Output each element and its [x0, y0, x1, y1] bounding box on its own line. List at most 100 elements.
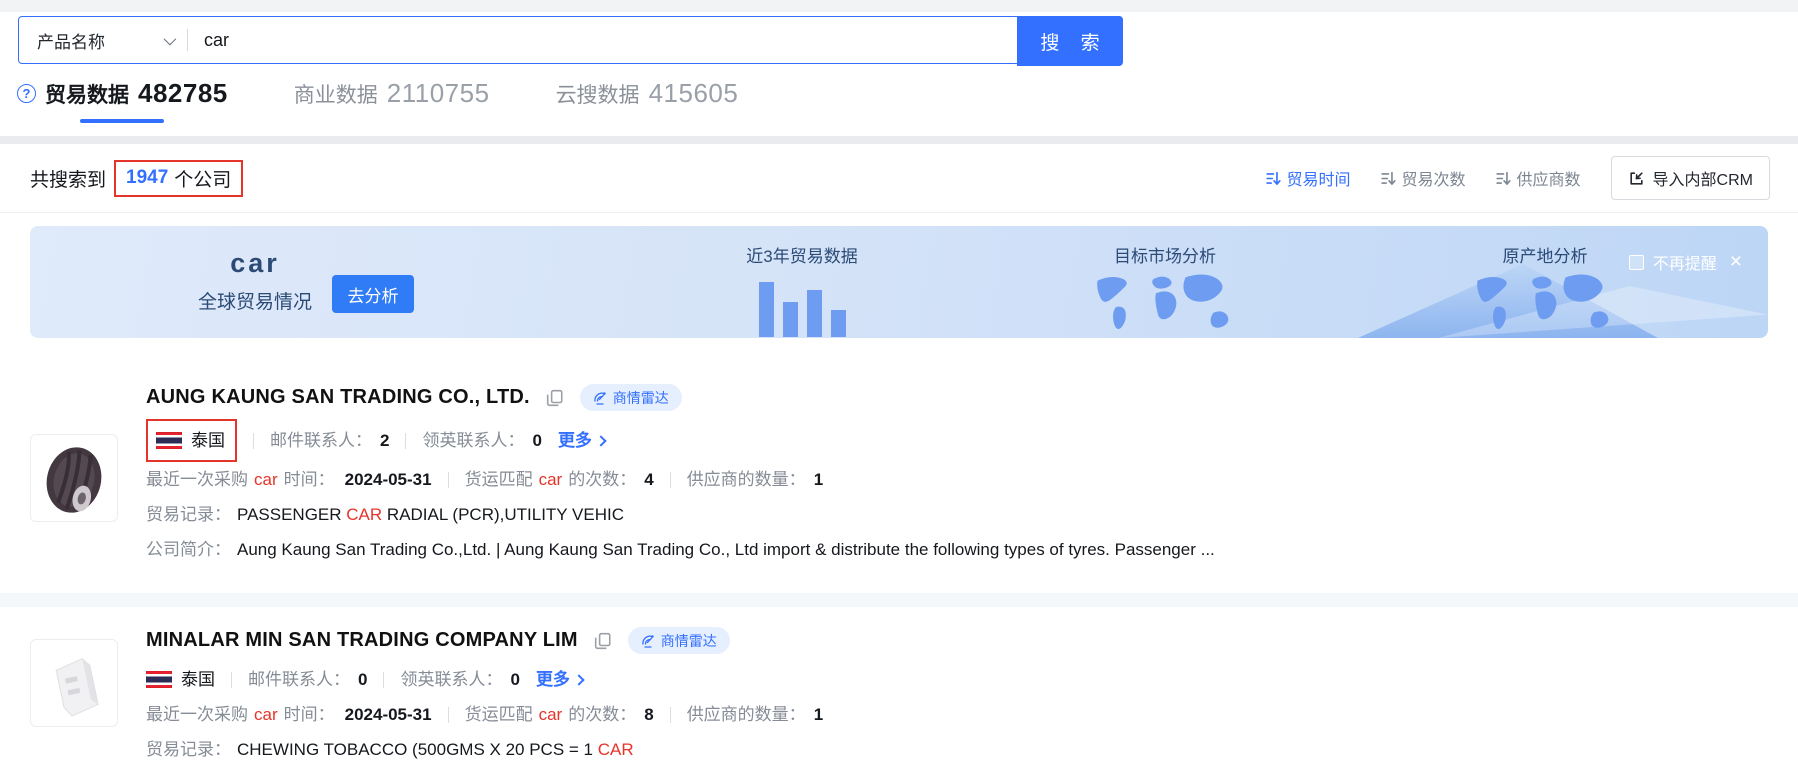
more-link[interactable]: 更多 — [536, 662, 583, 697]
feature-market-label: 目标市场分析 — [1060, 242, 1270, 267]
results-header: 共搜索到 1947 个公司 贸易时间 贸易次数 — [0, 144, 1798, 213]
keyword-highlight: car — [539, 462, 563, 497]
divider — [670, 707, 671, 723]
more-link[interactable]: 更多 — [558, 423, 605, 458]
keyword-highlight: car — [254, 697, 278, 732]
country-name: 泰国 — [191, 423, 225, 458]
search-category-label: 产品名称 — [37, 28, 105, 53]
product-image-tire[interactable] — [30, 434, 118, 522]
question-circle-icon[interactable]: ? — [17, 84, 36, 103]
feature-origin-analysis: 原产地分析 — [1440, 242, 1650, 338]
linkedin-contacts-label: 领英联系人： — [400, 662, 502, 697]
purchase-info-row: 最近一次采购 car 时间： 2024-05-31 货运匹配 car 的次数： … — [146, 697, 1768, 732]
trade-analysis-banner: car 全球贸易情况 去分析 近3年贸易数据 目标市场分析 原产地分析 — [30, 226, 1768, 338]
found-prefix: 共搜索到 — [30, 165, 106, 192]
search-category-dropdown[interactable]: 产品名称 — [19, 17, 187, 63]
supplier-count: 1 — [814, 462, 823, 497]
feature-recent-trade-data: 近3年贸易数据 — [712, 242, 892, 337]
search-box: 产品名称 搜 索 — [18, 16, 1123, 64]
company-intro-row: 公司简介： Aung Kaung San Trading Co.,Ltd. | … — [146, 532, 1768, 567]
purchase-mid: 时间： — [284, 697, 335, 732]
company-card: AUNG KAUNG SAN TRADING CO., LTD. — [0, 338, 1798, 593]
supplier-count: 1 — [814, 697, 823, 732]
record-label: 贸易记录： — [146, 497, 231, 532]
sort-trade-time[interactable]: 贸易时间 — [1266, 166, 1351, 190]
divider — [253, 433, 254, 449]
purchase-mid: 时间： — [284, 462, 335, 497]
tab-label: 云搜数据 — [556, 79, 640, 109]
purchase-date: 2024-05-31 — [345, 462, 432, 497]
annotation-red-box-country: 泰国 — [146, 419, 237, 462]
freight-mid: 的次数： — [568, 697, 636, 732]
tire-image — [34, 438, 114, 518]
import-crm-button[interactable]: 导入内部CRM — [1611, 156, 1770, 200]
business-radar-badge[interactable]: 商情雷达 — [580, 384, 682, 411]
chevron-right-icon — [595, 435, 606, 446]
business-radar-badge[interactable]: 商情雷达 — [628, 627, 730, 654]
tab-business-data[interactable]: 商业数据 2110755 — [294, 78, 490, 109]
page-top-strip — [0, 0, 1798, 12]
country-name: 泰国 — [181, 662, 215, 697]
company-count: 1947 — [126, 167, 168, 189]
copy-icon[interactable] — [594, 632, 612, 650]
company-content: MINALAR MIN SAN TRADING COMPANY LIM — [146, 627, 1768, 767]
intro-text: Aung Kaung San Trading Co.,Ltd. | Aung K… — [237, 532, 1215, 567]
active-tab-underline — [80, 119, 164, 123]
tab-trade-data[interactable]: ? 贸易数据 482785 — [17, 78, 228, 123]
banner-keyword-group: car 全球贸易情况 去分析 — [198, 248, 414, 314]
email-contacts-label: 邮件联系人： — [270, 423, 372, 458]
sort-trade-count[interactable]: 贸易次数 — [1381, 166, 1466, 190]
keyword-highlight: car — [539, 697, 563, 732]
tab-count: 415605 — [649, 78, 739, 109]
product-image-box[interactable] — [30, 639, 118, 727]
world-map-icon — [1078, 271, 1253, 335]
more-label: 更多 — [536, 662, 570, 697]
chevron-right-icon — [573, 674, 584, 685]
tab-cloud-search-data[interactable]: 云搜数据 415605 — [556, 78, 739, 109]
country-group: 泰国 — [146, 662, 215, 697]
record-post: RADIAL (PCR),UTILITY VEHIC — [382, 497, 624, 532]
banner-dismiss-group: 不再提醒 × — [1629, 250, 1742, 274]
linkedin-contacts-count: 0 — [510, 662, 519, 697]
keyword-highlight: car — [254, 462, 278, 497]
data-source-tabs: ? 贸易数据 482785 商业数据 2110755 云搜数据 415605 — [0, 78, 1798, 136]
supplier-label: 供应商的数量： — [687, 697, 806, 732]
divider — [383, 672, 384, 688]
product-thumbnail-column — [30, 384, 118, 567]
purchase-prefix: 最近一次采购 — [146, 462, 248, 497]
sort-label: 贸易时间 — [1287, 166, 1351, 190]
divider — [670, 472, 671, 488]
company-name[interactable]: AUNG KAUNG SAN TRADING CO., LTD. — [146, 386, 530, 409]
radar-badge-label: 商情雷达 — [613, 388, 669, 408]
company-name[interactable]: MINALAR MIN SAN TRADING COMPANY LIM — [146, 629, 578, 652]
radar-icon — [593, 391, 607, 405]
found-suffix: 个公司 — [174, 165, 231, 192]
close-icon[interactable]: × — [1730, 254, 1742, 270]
sort-label: 贸易次数 — [1402, 166, 1466, 190]
dont-remind-checkbox[interactable] — [1629, 255, 1644, 270]
search-input[interactable] — [188, 17, 1017, 63]
radar-icon — [641, 634, 655, 648]
freight-prefix: 货运匹配 — [465, 697, 533, 732]
divider — [448, 472, 449, 488]
linkedin-contacts-label: 领英联系人： — [422, 423, 524, 458]
purchase-date: 2024-05-31 — [345, 697, 432, 732]
company-meta-row: 泰国 邮件联系人： 0 领英联系人： 0 更多 — [146, 662, 1768, 697]
card-separator — [0, 593, 1798, 607]
analyze-button[interactable]: 去分析 — [332, 275, 414, 313]
dont-remind-label: 不再提醒 — [1653, 250, 1717, 274]
sort-supplier-count[interactable]: 供应商数 — [1496, 166, 1581, 190]
divider — [448, 707, 449, 723]
supplier-label: 供应商的数量： — [687, 462, 806, 497]
freight-count: 8 — [644, 697, 653, 732]
intro-label: 公司简介： — [146, 532, 231, 567]
banner-keyword: car — [198, 248, 312, 279]
search-button[interactable]: 搜 索 — [1017, 16, 1123, 66]
freight-mid: 的次数： — [568, 462, 636, 497]
trade-record-row: 贸易记录： PASSENGER CAR RADIAL (PCR),UTILITY… — [146, 497, 1768, 532]
thailand-flag-icon — [156, 432, 182, 449]
import-crm-label: 导入内部CRM — [1653, 166, 1753, 190]
trade-record-row: 贸易记录： CHEWING TOBACCO (500GMS X 20 PCS =… — [146, 732, 1768, 767]
copy-icon[interactable] — [546, 389, 564, 407]
bar-chart-icon — [712, 277, 892, 337]
